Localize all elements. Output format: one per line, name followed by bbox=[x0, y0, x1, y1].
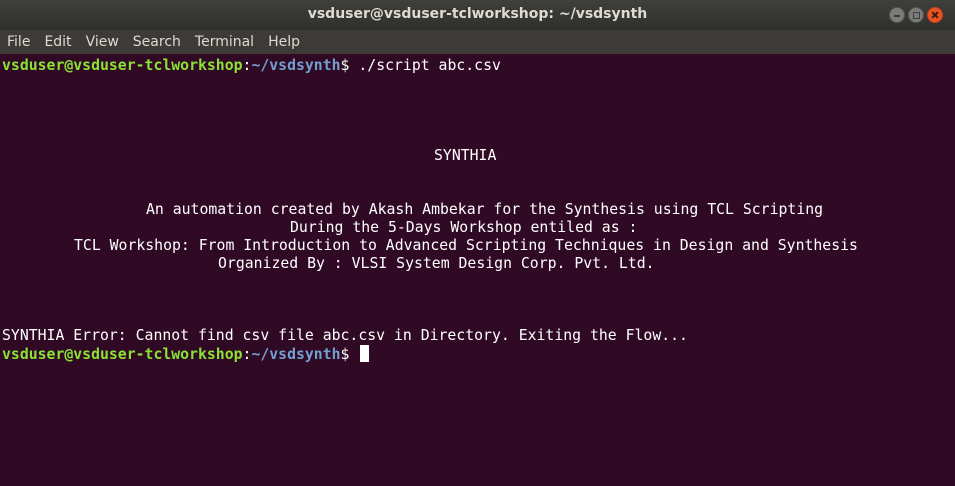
prompt-path: ~/vsdsynth bbox=[251, 346, 341, 363]
prompt-symbol: $ bbox=[340, 57, 359, 74]
menu-file[interactable]: File bbox=[0, 34, 37, 50]
window-controls bbox=[889, 7, 943, 23]
title-bar[interactable]: vsduser@vsduser-tclworkshop: ~/vsdsynth bbox=[0, 0, 955, 30]
menu-terminal[interactable]: Terminal bbox=[188, 34, 261, 50]
banner-line-1: An automation created by Akash Ambekar f… bbox=[146, 201, 824, 218]
minimize-icon bbox=[890, 8, 904, 22]
maximize-icon bbox=[909, 8, 923, 22]
prompt-user-host: vsduser@vsduser-tclworkshop bbox=[2, 346, 243, 363]
prompt-path: ~/vsdsynth bbox=[251, 57, 341, 74]
command-line: vsduser@vsduser-tclworkshop:~/vsdsynth$ … bbox=[2, 57, 501, 75]
banner-title: SYNTHIA bbox=[434, 147, 497, 164]
banner-line-3: TCL Workshop: From Introduction to Advan… bbox=[74, 237, 858, 254]
banner-line-2: During the 5-Days Workshop entiled as : bbox=[290, 219, 638, 236]
menu-help[interactable]: Help bbox=[261, 34, 307, 50]
command-text: ./script abc.csv bbox=[358, 57, 501, 74]
minimize-button[interactable] bbox=[889, 7, 905, 23]
text-cursor bbox=[360, 345, 370, 362]
menu-search[interactable]: Search bbox=[126, 34, 188, 50]
close-icon bbox=[928, 8, 942, 22]
menu-view[interactable]: View bbox=[79, 34, 126, 50]
menu-bar: File Edit View Search Terminal Help bbox=[0, 30, 955, 54]
prompt-user-host: vsduser@vsduser-tclworkshop bbox=[2, 57, 243, 74]
terminal-window: vsduser@vsduser-tclworkshop: ~/vsdsynth … bbox=[0, 0, 955, 486]
window-title: vsduser@vsduser-tclworkshop: ~/vsdsynth bbox=[307, 6, 648, 22]
prompt-symbol: $ bbox=[340, 346, 359, 363]
banner-line-4: Organized By : VLSI System Design Corp. … bbox=[218, 255, 655, 272]
error-line: SYNTHIA Error: Cannot find csv file abc.… bbox=[2, 327, 688, 344]
close-button[interactable] bbox=[927, 7, 943, 23]
active-prompt-line[interactable]: vsduser@vsduser-tclworkshop:~/vsdsynth$ bbox=[2, 345, 370, 363]
maximize-button[interactable] bbox=[908, 7, 924, 23]
menu-edit[interactable]: Edit bbox=[37, 34, 78, 50]
terminal-output[interactable]: vsduser@vsduser-tclworkshop:~/vsdsynth$ … bbox=[0, 54, 955, 486]
